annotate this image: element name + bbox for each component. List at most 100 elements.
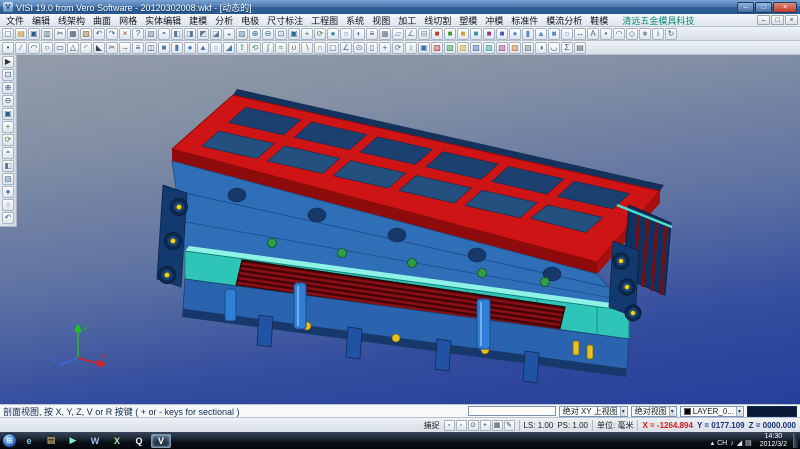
menu-item[interactable]: 实体编辑 [141,14,185,27]
green-cube-icon[interactable]: ▧ [444,42,456,54]
rotate-view-icon[interactable]: ⟳ [2,134,14,146]
taskbar-ie-icon[interactable]: e [19,434,39,448]
database-icon[interactable]: ▤ [574,42,586,54]
cylinder-icon[interactable]: ▮ [522,28,534,40]
start-button[interactable]: ⊞ [2,433,17,448]
measure-icon[interactable]: ∠ [405,28,417,40]
subtract-icon[interactable]: ∖ [301,42,313,54]
block-solid-icon[interactable]: ■ [158,42,170,54]
offset-icon[interactable]: ≡ [132,42,144,54]
taskbar-media-player-icon[interactable]: ▶ [63,434,83,448]
mass-props-icon[interactable]: Σ [561,42,573,54]
sphere-solid-icon[interactable]: ● [184,42,196,54]
hidden-line-icon[interactable]: ◐ [353,28,365,40]
intersect-icon[interactable]: ∩ [314,42,326,54]
menu-item[interactable]: 分析 [211,14,237,27]
menu-item[interactable]: 系统 [342,14,368,27]
menu-item[interactable]: 曲面 [89,14,115,27]
print-icon[interactable]: ▥ [41,28,53,40]
loft-icon[interactable]: ≈ [275,42,287,54]
wireframe-icon[interactable]: ○ [2,199,14,211]
zoom-window-icon[interactable]: ⊡ [2,69,14,81]
taskbar-clock[interactable]: 14:30 2012/3/2 [756,433,791,449]
view-front-icon[interactable]: ◧ [171,28,183,40]
workplane-icon[interactable]: ▱ [392,28,404,40]
cyan-solid-icon[interactable]: ■ [470,28,482,40]
tray-action-center-icon[interactable]: ▤ [745,432,752,449]
layer-combo[interactable]: LAYER_0... ▾ [680,406,744,417]
paste-icon[interactable]: ▧ [80,28,92,40]
document-minimize-button[interactable]: – [757,15,770,25]
menu-item[interactable]: 建模 [185,14,211,27]
zoom-extents-icon[interactable]: ▣ [2,108,14,120]
menu-item[interactable]: 文件 [2,14,28,27]
save-icon[interactable]: ▣ [28,28,40,40]
undo-icon[interactable]: ↶ [93,28,105,40]
zoom-window-icon[interactable]: ⊡ [275,28,287,40]
show-desktop-button[interactable] [793,433,798,448]
viewport-3d[interactable]: z x y [0,55,800,404]
curvature-icon[interactable]: ◡ [548,42,560,54]
snap-endpoint-icon[interactable]: ▫ [444,420,455,431]
red-solid-icon[interactable]: ■ [431,28,443,40]
zoom-in-icon[interactable]: ⊕ [2,82,14,94]
previous-view-icon[interactable]: ↶ [2,212,14,224]
menu-item[interactable]: 线架构 [54,14,89,27]
view-top-icon[interactable]: ◓ [158,28,170,40]
menu-item[interactable]: 塑模 [455,14,481,27]
snap-grid-icon[interactable]: ▦ [492,420,503,431]
command-input[interactable] [468,406,556,416]
rib-icon[interactable]: ▯ [366,42,378,54]
fillet-icon[interactable]: ◜ [80,42,92,54]
green-solid-icon[interactable]: ■ [444,28,456,40]
new-file-icon[interactable]: ▢ [2,28,14,40]
draw-point-icon[interactable]: • [2,42,14,54]
info-icon[interactable]: i [652,28,664,40]
move-icon[interactable]: + [379,42,391,54]
dimension-icon[interactable]: ↔ [574,28,586,40]
curve-icon[interactable]: ◠ [613,28,625,40]
grid-icon[interactable]: ▦ [379,28,391,40]
cone-icon[interactable]: ▲ [535,28,547,40]
shell-icon[interactable]: ▢ [327,42,339,54]
menu-item[interactable]: 模流分析 [542,14,586,27]
wedge-solid-icon[interactable]: ◢ [223,42,235,54]
extrude-icon[interactable]: ⇧ [236,42,248,54]
view-iso-icon[interactable]: ▧ [145,28,157,40]
cut-icon[interactable]: ✂ [54,28,66,40]
menu-item[interactable]: 视图 [368,14,394,27]
tray-volume-icon[interactable]: ♪ [730,432,734,449]
shaded-icon[interactable]: ● [2,186,14,198]
copy-icon[interactable]: ▦ [67,28,79,40]
menu-item[interactable]: 网格 [115,14,141,27]
magenta-cube-icon[interactable]: ▧ [496,42,508,54]
menu-item[interactable]: 编辑 [28,14,54,27]
blue-cube-icon[interactable]: ▧ [470,42,482,54]
snap-center-icon[interactable]: ⊙ [468,420,479,431]
sweep-icon[interactable]: ∫ [262,42,274,54]
open-file-icon[interactable]: ▤ [15,28,27,40]
draw-circle-icon[interactable]: ○ [41,42,53,54]
view-iso-icon[interactable]: ▧ [2,173,14,185]
extend-icon[interactable]: → [119,42,131,54]
torus-icon[interactable]: ○ [561,28,573,40]
pan-view-icon[interactable]: + [2,121,14,133]
revolve-icon[interactable]: ⟲ [249,42,261,54]
draft-icon[interactable]: ∠ [340,42,352,54]
menu-item[interactable]: 加工 [394,14,420,27]
draw-arc-icon[interactable]: ◠ [28,42,40,54]
snap-midpoint-icon[interactable]: ◦ [456,420,467,431]
yellow-solid-icon[interactable]: ■ [457,28,469,40]
analysis-icon[interactable]: ◑ [535,42,547,54]
taskbar-qq-icon[interactable]: Q [129,434,149,448]
help-icon[interactable]: ? [132,28,144,40]
menu-item[interactable]: 鞋模 [586,14,612,27]
mirror-icon[interactable]: ◫ [145,42,157,54]
chamfer-icon[interactable]: ◣ [93,42,105,54]
red-cube-icon[interactable]: ▧ [431,42,443,54]
tray-network-icon[interactable]: ◢ [737,432,742,449]
sphere-icon[interactable]: ● [509,28,521,40]
magenta-solid-icon[interactable]: ■ [483,28,495,40]
teal-cube-icon[interactable]: ▧ [483,42,495,54]
view-back-icon[interactable]: ◩ [197,28,209,40]
